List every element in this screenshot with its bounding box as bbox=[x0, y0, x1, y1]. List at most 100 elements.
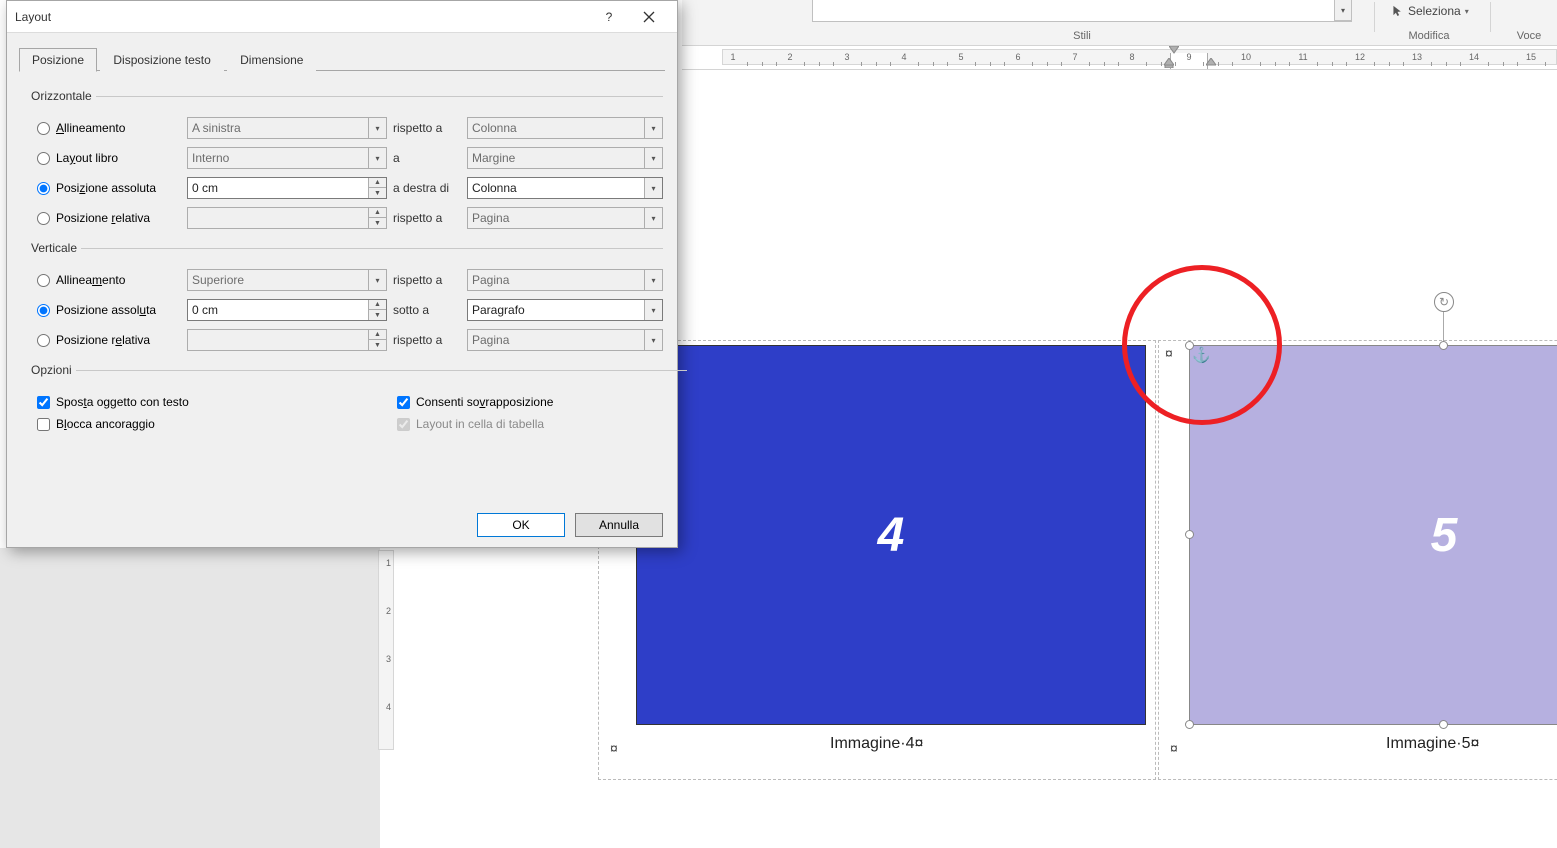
spinner-v-pos-relativa: ▲▼ bbox=[187, 329, 387, 351]
cell-end-mark-2: ¤ bbox=[1170, 740, 1178, 756]
check-layout-cella-input bbox=[397, 418, 410, 431]
radio-h-pos-relativa[interactable]: Posizione relativa bbox=[27, 211, 187, 225]
dialog-titlebar[interactable]: Layout ? bbox=[7, 1, 677, 33]
annulla-button[interactable]: Annulla bbox=[575, 513, 663, 537]
check-blocca-label: Blocca ancoraggio bbox=[56, 417, 155, 431]
combo-h-libro: Interno ▾ bbox=[187, 147, 387, 169]
label-rispetto-a-1: rispetto a bbox=[387, 121, 467, 135]
tab-dimensione[interactable]: Dimensione bbox=[227, 48, 316, 71]
dialog-help-button[interactable]: ? bbox=[589, 3, 629, 31]
ribbon-group-modifica: Modifica bbox=[1374, 30, 1484, 42]
check-layout-cella: Layout in cella di tabella bbox=[387, 413, 687, 435]
radio-h-layout-libro[interactable]: Layout libro bbox=[27, 151, 187, 165]
combo-v-allin: Superiore ▾ bbox=[187, 269, 387, 291]
image-4[interactable]: 4 bbox=[636, 345, 1146, 725]
ruler-number: 15 bbox=[1526, 52, 1536, 62]
radio-v-pos-assoluta-label: Posizione assoluta bbox=[56, 303, 156, 317]
indent-marker-right[interactable] bbox=[1206, 58, 1216, 68]
radio-h-allineamento-input[interactable] bbox=[37, 122, 50, 135]
tab-posizione[interactable]: Posizione bbox=[19, 48, 97, 72]
radio-v-allineamento-input[interactable] bbox=[37, 274, 50, 287]
resize-handle-sw[interactable] bbox=[1185, 720, 1194, 729]
caption-image-5[interactable]: Immagine·5¤ bbox=[1386, 735, 1479, 753]
dialog-close-button[interactable] bbox=[629, 3, 669, 31]
seleziona-button[interactable]: Seleziona ▾ bbox=[1384, 2, 1475, 20]
vertical-ruler[interactable]: 1234 bbox=[375, 550, 399, 750]
check-blocca-input[interactable] bbox=[37, 418, 50, 431]
chevron-down-icon: ▾ bbox=[368, 270, 386, 290]
layout-dialog: Layout ? Posizione Disposizione testo Di… bbox=[6, 0, 678, 548]
radio-h-pos-assoluta-input[interactable] bbox=[37, 182, 50, 195]
radio-h-layout-libro-input[interactable] bbox=[37, 152, 50, 165]
ribbon-group-stili: Stili bbox=[812, 30, 1352, 42]
ruler-number: 14 bbox=[1469, 52, 1479, 62]
rotation-handle[interactable]: ↻ bbox=[1434, 292, 1454, 312]
combo-v-allin-ref: Pagina ▾ bbox=[467, 269, 663, 291]
radio-v-pos-assoluta-input[interactable] bbox=[37, 304, 50, 317]
combo-h-allin-ref: Colonna ▾ bbox=[467, 117, 663, 139]
check-consenti-sovrapposizione[interactable]: Consenti sovrapposizione bbox=[387, 391, 687, 413]
fieldset-orizzontale: Orizzontale Allineamento A sinistra ▾ ri… bbox=[27, 89, 663, 233]
radio-h-pos-assoluta[interactable]: Posizione assoluta bbox=[27, 181, 187, 195]
v-ruler-number: 4 bbox=[386, 702, 391, 712]
ruler-number: 4 bbox=[901, 52, 906, 62]
label-v-rispetto-a-1: rispetto a bbox=[387, 273, 467, 287]
ruler-number: 7 bbox=[1072, 52, 1077, 62]
combo-v-pos-rel-ref: Pagina ▾ bbox=[467, 329, 663, 351]
radio-h-allineamento-label: Allineamento bbox=[56, 121, 125, 135]
resize-handle-w[interactable] bbox=[1185, 530, 1194, 539]
tab-disposizione[interactable]: Disposizione testo bbox=[100, 48, 223, 71]
seleziona-label: Seleziona bbox=[1408, 4, 1461, 18]
combo-h-pos-ass-ref[interactable]: Colonna ▾ bbox=[467, 177, 663, 199]
styles-gallery-expand[interactable]: ▾ bbox=[1334, 0, 1352, 21]
check-consenti-input[interactable] bbox=[397, 396, 410, 409]
ribbon-strip: ▾ Stili Seleziona ▾ Modifica Voce bbox=[682, 0, 1557, 46]
label-sotto-a: sotto a bbox=[387, 303, 467, 317]
spinner-h-pos-assoluta[interactable]: 0 cm ▲▼ bbox=[187, 177, 387, 199]
ruler-number: 9 bbox=[1186, 52, 1191, 62]
label-v-rispetto-a-2: rispetto a bbox=[387, 333, 467, 347]
chevron-down-icon: ▾ bbox=[368, 148, 386, 168]
radio-v-pos-assoluta[interactable]: Posizione assoluta bbox=[27, 303, 187, 317]
chevron-down-icon: ▾ bbox=[644, 270, 662, 290]
image-4-number: 4 bbox=[878, 508, 905, 563]
horizontal-ruler[interactable]: 123456789101112131415 bbox=[682, 46, 1557, 70]
ruler-number: 10 bbox=[1241, 52, 1251, 62]
styles-gallery[interactable]: ▾ bbox=[812, 0, 1352, 22]
chevron-down-icon: ▾ bbox=[644, 178, 662, 198]
spinner-arrows[interactable]: ▲▼ bbox=[368, 178, 386, 198]
spinner-arrows: ▲▼ bbox=[368, 208, 386, 228]
caption-image-4[interactable]: Immagine·4¤ bbox=[830, 735, 923, 753]
resize-handle-s[interactable] bbox=[1439, 720, 1448, 729]
spinner-v-pos-assoluta[interactable]: 0 cm ▲▼ bbox=[187, 299, 387, 321]
combo-v-pos-ass-ref[interactable]: Paragrafo ▾ bbox=[467, 299, 663, 321]
radio-h-allineamento[interactable]: Allineamento bbox=[27, 121, 187, 135]
radio-h-pos-relativa-input[interactable] bbox=[37, 212, 50, 225]
ribbon-separator-2 bbox=[1490, 2, 1491, 32]
chevron-down-icon: ▾ bbox=[644, 118, 662, 138]
combo-h-allineamento: A sinistra ▾ bbox=[187, 117, 387, 139]
check-sposta-oggetto[interactable]: Sposta oggetto con testo bbox=[27, 391, 327, 413]
indent-marker-left[interactable] bbox=[1164, 58, 1174, 68]
resize-handle-n[interactable] bbox=[1439, 341, 1448, 350]
chevron-down-icon: ▾ bbox=[1465, 7, 1469, 16]
radio-h-pos-assoluta-label: Posizione assoluta bbox=[56, 181, 156, 195]
app-bg-left bbox=[0, 548, 380, 848]
ruler-number: 11 bbox=[1298, 52, 1307, 62]
ok-button[interactable]: OK bbox=[477, 513, 565, 537]
check-blocca-ancoraggio[interactable]: Blocca ancoraggio bbox=[27, 413, 327, 435]
cursor-icon bbox=[1390, 4, 1404, 18]
ruler-number: 3 bbox=[844, 52, 849, 62]
radio-v-allineamento[interactable]: Allineamento bbox=[27, 273, 187, 287]
fieldset-verticale: Verticale Allineamento Superiore ▾ rispe… bbox=[27, 241, 663, 355]
image-5[interactable]: 5 ↻ bbox=[1189, 345, 1557, 725]
anchor-icon: ⚓ bbox=[1192, 346, 1211, 364]
radio-v-pos-relativa[interactable]: Posizione relativa bbox=[27, 333, 187, 347]
ruler-number: 13 bbox=[1412, 52, 1422, 62]
spinner-arrows[interactable]: ▲▼ bbox=[368, 300, 386, 320]
indent-marker-first[interactable] bbox=[1169, 46, 1179, 56]
radio-v-pos-relativa-input[interactable] bbox=[37, 334, 50, 347]
check-sposta-input[interactable] bbox=[37, 396, 50, 409]
ribbon-separator bbox=[1374, 2, 1375, 32]
check-consenti-label: Consenti sovrapposizione bbox=[416, 395, 553, 409]
